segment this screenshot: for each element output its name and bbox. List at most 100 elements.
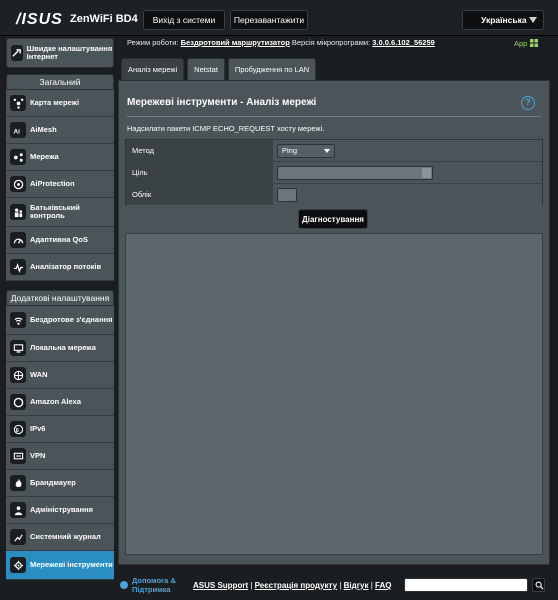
app-indicator[interactable]: App <box>514 38 539 48</box>
footer-link-product-registration[interactable]: Реєстрація продукту <box>255 581 337 590</box>
diagnose-button[interactable]: Діагностування <box>298 209 368 229</box>
network-map-icon <box>10 95 26 111</box>
help-support-icon <box>120 581 128 589</box>
main-panel: Мережеві інструменти - Аналіз мережі ? Н… <box>118 80 550 565</box>
target-dropdown-button[interactable] <box>422 168 431 178</box>
sidebar-item-label: Брандмауер <box>30 478 76 487</box>
alexa-icon <box>10 394 26 410</box>
sidebar-item-lan[interactable]: Локальна мережа <box>6 335 114 362</box>
tab-wake-on-lan[interactable]: Пробудження по LAN <box>227 58 317 80</box>
sidebar-item-label: WAN <box>30 370 48 379</box>
logout-button[interactable]: Вихід з системи <box>143 10 225 30</box>
sidebar-item-wan[interactable]: WAN <box>6 362 114 389</box>
method-row: Метод Ping <box>126 140 542 162</box>
general-menu: Карта мережі Ai AiMesh Мережа AiProtecti… <box>6 90 114 281</box>
sidebar-item-system-log[interactable]: Системний журнал <box>6 524 114 551</box>
diagnostic-output-area[interactable] <box>125 233 543 555</box>
wireless-icon <box>10 312 26 328</box>
sidebar-item-aimesh[interactable]: Ai AiMesh <box>6 117 114 144</box>
sidebar-item-administration[interactable]: Адміністрування <box>6 497 114 524</box>
tab-bar: Аналіз мережі Netstat Пробудження по LAN <box>121 58 319 80</box>
advanced-menu: Бездротове з'єднання Локальна мережа WAN… <box>6 306 114 580</box>
sidebar-item-network[interactable]: Мережа <box>6 144 114 171</box>
parental-control-icon <box>10 204 26 220</box>
system-log-icon <box>10 529 26 545</box>
sidebar-item-ipv6[interactable]: 6 IPv6 <box>6 416 114 443</box>
footer-link-feedback[interactable]: Відгук <box>344 581 369 590</box>
firewall-icon <box>10 475 26 491</box>
vpn-icon <box>10 448 26 464</box>
target-row: Ціль <box>126 162 542 184</box>
wan-icon <box>10 367 26 383</box>
sidebar-item-amazon-alexa[interactable]: Amazon Alexa <box>6 389 114 416</box>
sidebar-item-label: IPv6 <box>30 424 46 433</box>
app-icon <box>529 38 539 48</box>
sidebar-item-traffic-analyzer[interactable]: Аналізатор потоків <box>6 254 114 281</box>
general-group-title: Загальний <box>6 74 114 90</box>
sidebar: Швидке налаштування Інтернет Загальний К… <box>6 38 114 580</box>
administration-icon <box>10 502 26 518</box>
count-row: Облік <box>126 184 542 206</box>
sidebar-item-label: Карта мережі <box>30 98 80 107</box>
sidebar-item-label: Бездротове з'єднання <box>30 315 113 324</box>
reboot-button[interactable]: Перезавантажити <box>230 10 308 30</box>
sidebar-item-adaptive-qos[interactable]: Адаптивна QoS <box>6 227 114 254</box>
count-input[interactable] <box>277 188 297 202</box>
sidebar-item-aiprotection[interactable]: AiProtection <box>6 171 114 198</box>
sidebar-item-label: Адаптивна QoS <box>30 235 88 244</box>
sidebar-item-label: Адміністрування <box>30 505 94 514</box>
sidebar-item-vpn[interactable]: VPN <box>6 443 114 470</box>
chevron-down-icon <box>324 149 330 153</box>
target-input[interactable] <box>277 166 433 180</box>
sidebar-item-label: Локальна мережа <box>30 343 96 352</box>
tab-network-analysis[interactable]: Аналіз мережі <box>121 58 185 80</box>
asus-logo[interactable]: /ISUS <box>16 11 63 29</box>
sidebar-item-parental-control[interactable]: Батьківський контроль <box>6 198 114 227</box>
sidebar-item-label: Батьківський контроль <box>30 203 80 220</box>
footer-links: ASUS Support | Реєстрація продукту | Від… <box>193 581 392 590</box>
sidebar-item-label: VPN <box>30 451 46 460</box>
footer-link-asus-support[interactable]: ASUS Support <box>193 581 248 590</box>
sidebar-item-label: Amazon Alexa <box>30 397 81 406</box>
app-label: App <box>514 39 528 48</box>
sidebar-item-firewall[interactable]: Брандмауер <box>6 470 114 497</box>
quick-setup-button[interactable]: Швидке налаштування Інтернет <box>6 38 114 68</box>
status-line: Режим роботи: Бездротовий маршрутизатор … <box>127 38 435 47</box>
quick-setup-label: Швидке налаштування Інтернет <box>26 44 113 61</box>
ipv6-icon: 6 <box>10 421 26 437</box>
page-title: Мережеві інструменти - Аналіз мережі <box>127 97 317 108</box>
search-icon[interactable] <box>532 578 545 592</box>
mode-value-link[interactable]: Бездротовий маршрутизатор <box>181 38 290 47</box>
aiprotection-icon <box>10 176 26 192</box>
footer-search-input[interactable] <box>404 578 528 592</box>
sidebar-item-wireless[interactable]: Бездротове з'єднання <box>6 306 114 335</box>
help-support-link[interactable]: Допомога & Підтримка <box>132 576 184 594</box>
title-divider <box>127 116 541 117</box>
count-label: Облік <box>126 184 273 205</box>
firmware-value-link[interactable]: 3.0.0.6.102_56259 <box>372 38 435 47</box>
method-label: Метод <box>126 140 273 161</box>
language-value: Українська <box>481 15 527 25</box>
page-description: Надсилати пакети ICMP ECHO_REQUEST хосту… <box>127 124 325 133</box>
sidebar-item-network-map[interactable]: Карта мережі <box>6 90 114 117</box>
advanced-group-title: Додаткові налаштування <box>6 290 114 306</box>
firmware-label: Версія мікропрограми: <box>291 38 371 47</box>
tab-netstat[interactable]: Netstat <box>187 58 225 80</box>
language-select[interactable]: Українська <box>462 10 544 30</box>
network-icon <box>10 149 26 165</box>
sidebar-item-label: AiMesh <box>30 125 57 134</box>
help-icon[interactable]: ? <box>521 96 535 110</box>
sidebar-item-network-tools[interactable]: Мережеві інструменти <box>6 551 114 580</box>
sidebar-item-label: AiProtection <box>30 179 75 188</box>
qos-icon <box>10 232 26 248</box>
method-select[interactable]: Ping <box>277 144 335 158</box>
method-value: Ping <box>282 146 298 155</box>
target-label: Ціль <box>126 162 273 183</box>
traffic-analyzer-icon <box>10 259 26 275</box>
sidebar-item-label: Мережеві інструменти <box>30 560 113 569</box>
sidebar-item-label: Системний журнал <box>30 532 101 541</box>
svg-text:Ai: Ai <box>13 128 20 135</box>
sidebar-item-label: Аналізатор потоків <box>30 262 102 271</box>
footer-link-faq[interactable]: FAQ <box>375 581 391 590</box>
top-bar: /ISUS ZenWiFi BD4 Вихід з системи Переза… <box>0 0 558 36</box>
